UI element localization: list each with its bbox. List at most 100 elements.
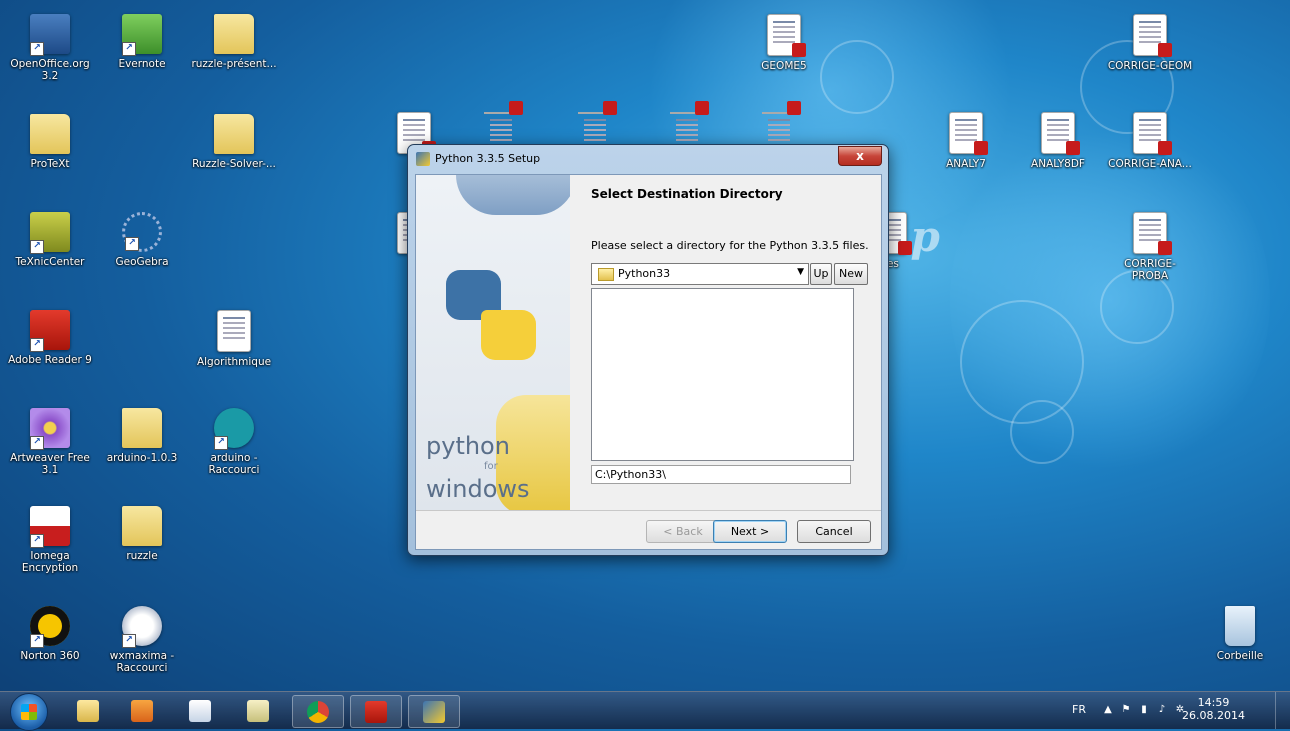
directory-list[interactable]	[591, 288, 854, 461]
pdf-icon	[949, 112, 988, 155]
chevron-down-icon[interactable]: ▼	[797, 267, 804, 277]
pdf-icon[interactable]	[484, 101, 523, 121]
taskbar-chrome[interactable]	[292, 695, 344, 728]
desktop-icon-ruzzle-solver[interactable]: Ruzzle-Solver-...	[190, 114, 278, 170]
desktop-icon-analy7[interactable]: ANALY7	[922, 112, 1010, 170]
dialog-client: python for windows Select Destination Di…	[415, 174, 882, 550]
up-button[interactable]: Up	[810, 263, 832, 285]
taskbar-explorer[interactable]	[63, 695, 113, 726]
openoffice-icon: ↗	[30, 14, 70, 56]
desktop-icon-label: arduino-1.0.3	[106, 452, 178, 464]
banner-for-text: for	[484, 461, 498, 472]
flag-icon[interactable]: ⚑	[1120, 704, 1132, 716]
document-icon	[217, 310, 251, 352]
cancel-button[interactable]: Cancel	[797, 520, 871, 543]
desktop-icon-analy8df[interactable]: ANALY8DF	[1014, 112, 1102, 170]
folder-doc-icon	[214, 14, 254, 54]
python-logo-icon	[446, 270, 536, 360]
desktop-icon-protext[interactable]: ProTeXt	[6, 114, 94, 170]
pdf-icon[interactable]	[578, 101, 617, 121]
back-button[interactable]: < Back	[646, 520, 720, 543]
desktop-icon-label: Evernote	[118, 58, 166, 70]
desktop-icon-corrige-proba[interactable]: CORRIGE-PROBA	[1106, 212, 1194, 282]
desktop-icon-arduino-folder[interactable]: arduino-1.0.3	[98, 408, 186, 464]
desktop-icon-openoffice[interactable]: ↗ OpenOffice.org 3.2	[6, 14, 94, 82]
show-desktop-button[interactable]	[1275, 692, 1290, 729]
clock-date: 26.08.2014	[1182, 709, 1245, 722]
desktop-icon-label: arduino - Raccourci	[208, 452, 260, 476]
desktop-icon-iomega[interactable]: ↗ Iomega Encryption	[6, 506, 94, 574]
desktop-icon-wxmaxima[interactable]: ↗ wxmaxima - Raccourci	[98, 606, 186, 674]
file-explorer-icon	[189, 700, 211, 722]
instruction-text: Please select a directory for the Python…	[591, 239, 869, 252]
pdf-icon	[1133, 112, 1172, 155]
desktop-icon-label: CORRIGE-GEOM	[1107, 60, 1193, 72]
desktop-icon-label: Corbeille	[1216, 650, 1264, 662]
volume-icon[interactable]: ♪	[1156, 704, 1168, 716]
artweaver-icon: ↗	[30, 408, 70, 450]
close-button[interactable]: x	[838, 146, 882, 166]
language-indicator[interactable]: FR	[1072, 703, 1086, 716]
python-logo-yellow	[481, 310, 536, 360]
taskbar-adobe-reader[interactable]	[350, 695, 402, 728]
pdf-icon[interactable]	[670, 101, 709, 121]
arduino-icon: ↗	[214, 408, 254, 450]
chrome-icon	[307, 701, 329, 723]
desktop-icon-corrige-ana[interactable]: CORRIGE-ANA...	[1106, 112, 1194, 170]
desktop-icon-ruzzle[interactable]: ruzzle	[98, 506, 186, 562]
python-setup-icon	[423, 701, 445, 723]
desktop-icon-arduino[interactable]: ↗ arduino - Raccourci	[190, 408, 278, 476]
desktop-icon-label: wxmaxima - Raccourci	[109, 650, 175, 674]
desktop-icon-ruzzle-presentation[interactable]: ruzzle-présent...	[190, 14, 278, 70]
path-field[interactable]: C:\Python33\	[591, 465, 851, 484]
taskbar-notepad[interactable]	[233, 695, 283, 726]
pdf-icon[interactable]	[762, 101, 801, 121]
banner-windows-text: windows	[426, 475, 530, 503]
python-banner: python for windows	[416, 175, 570, 510]
taskbar: FR ▲ ⚑ ▮ ♪ ✲ 14:59 26.08.2014	[0, 691, 1290, 731]
start-button[interactable]	[10, 693, 48, 731]
network-icon[interactable]: ▮	[1138, 704, 1150, 716]
desktop-icon-artweaver[interactable]: ↗ Artweaver Free 3.1	[6, 408, 94, 476]
evernote-icon: ↗	[122, 14, 162, 56]
taskbar-python-setup[interactable]	[408, 695, 460, 728]
pdf-icon	[767, 14, 806, 57]
adobe-reader-icon: ↗	[30, 310, 70, 352]
adobe-reader-icon	[365, 701, 387, 723]
notepad-icon	[247, 700, 269, 722]
python-setup-dialog: Python 3.3.5 Setup x python for windows …	[407, 144, 889, 556]
desktop-icon-corrige-geom[interactable]: CORRIGE-GEOM	[1106, 14, 1194, 72]
desktop-icon-texniccenter[interactable]: ↗ TeXnicCenter	[6, 212, 94, 268]
python-setup-icon	[416, 152, 430, 166]
dialog-title: Python 3.3.5 Setup	[435, 152, 541, 165]
taskbar-file-explorer[interactable]	[175, 695, 225, 726]
clock[interactable]: 14:59 26.08.2014	[1182, 696, 1245, 722]
wxmaxima-icon: ↗	[122, 606, 162, 648]
folder-icon	[122, 506, 162, 546]
desktop-icon-label: GeoGebra	[115, 256, 169, 268]
dialog-footer: < Back Next > Cancel	[416, 510, 881, 549]
desktop-icon-label: OpenOffice.org 3.2	[10, 58, 90, 82]
desktop-icon-label: ANALY8DF	[1031, 158, 1085, 170]
folder-icon	[122, 408, 162, 448]
next-button[interactable]: Next >	[713, 520, 787, 543]
dialog-titlebar[interactable]: Python 3.3.5 Setup x	[408, 145, 888, 173]
banner-decoration	[456, 175, 570, 215]
system-tray: FR ▲ ⚑ ▮ ♪ ✲ 14:59 26.08.2014	[1060, 692, 1290, 729]
desktop-icon-label: CORRIGE-ANA...	[1108, 158, 1192, 170]
taskbar-media-player[interactable]	[117, 695, 167, 726]
pdf-icon	[1041, 112, 1080, 155]
desktop-icon-geome5[interactable]: GEOME5	[740, 14, 828, 72]
desktop-icon-norton[interactable]: ↗ Norton 360	[6, 606, 94, 662]
desktop-icon-adobe-reader[interactable]: ↗ Adobe Reader 9	[6, 310, 94, 366]
directory-dropdown[interactable]: Python33 ▼	[591, 263, 809, 285]
norton-icon: ↗	[30, 606, 70, 648]
desktop-icon-recycle-bin[interactable]: Corbeille	[1196, 606, 1284, 662]
new-folder-button[interactable]: New	[834, 263, 868, 285]
desktop-icon-evernote[interactable]: ↗ Evernote	[98, 14, 186, 70]
desktop-icon-algorithmique[interactable]: Algorithmique	[190, 310, 278, 368]
desktop-icon-label: Adobe Reader 9	[8, 354, 92, 366]
banner-python-text: python	[426, 432, 510, 460]
desktop-icon-geogebra[interactable]: ↗ GeoGebra	[98, 212, 186, 268]
show-hidden-icons-icon[interactable]: ▲	[1102, 704, 1114, 716]
